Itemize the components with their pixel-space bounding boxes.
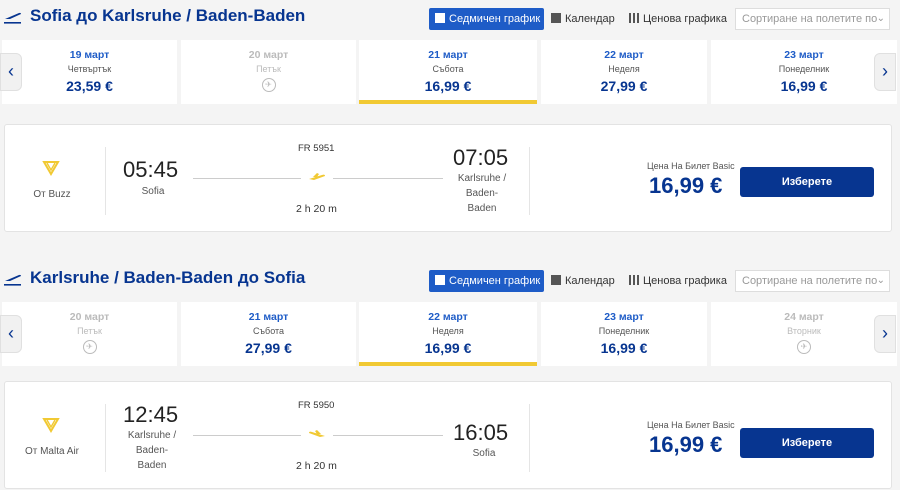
no-flight-icon: ✈ — [797, 340, 811, 354]
sort-select[interactable]: Сортиране на полетите по ⌄ — [735, 270, 890, 292]
route-line — [333, 178, 443, 179]
divider — [529, 404, 530, 472]
route-line — [193, 178, 301, 179]
chevron-right-icon: › — [882, 61, 888, 81]
next-dates-button[interactable]: › — [874, 53, 896, 91]
airline-logo-icon — [42, 418, 60, 433]
weekly-schedule-button[interactable]: Седмичен график — [429, 8, 544, 30]
price-graph-button[interactable]: Ценова графика — [629, 270, 729, 292]
route-line — [193, 435, 301, 436]
price-graph-button[interactable]: Ценова графика — [629, 8, 729, 30]
calendar-icon — [551, 13, 561, 23]
next-dates-button[interactable]: › — [874, 315, 896, 353]
flight-duration: 2 h 20 m — [296, 203, 337, 215]
day-tab: 20 март Петък ✈ — [2, 302, 177, 366]
arrival-city: Karlsruhe / Baden- Baden — [457, 173, 507, 214]
sort-select[interactable]: Сортиране на полетите по ⌄ — [735, 8, 890, 30]
day-tab[interactable]: 22 март Неделя 27,99 € — [541, 40, 707, 104]
fare-price: 16,99 € — [649, 432, 723, 457]
fare-price: 16,99 € — [649, 173, 723, 198]
divider — [105, 147, 106, 215]
day-tab: 20 март Петък ✈ — [181, 40, 356, 104]
departure-time: 05:45 — [123, 157, 179, 182]
operator-label: От Buzz — [33, 189, 71, 200]
prev-dates-button[interactable]: ‹ — [0, 53, 22, 91]
plane-icon — [309, 173, 325, 180]
outbound-header: Sofia до Karlsruhe / Baden-Baden Седмиче… — [0, 0, 900, 36]
bar-chart-icon — [629, 275, 639, 285]
select-flight-button[interactable]: Изберете — [740, 167, 874, 197]
arrival-time: 07:05 — [453, 145, 509, 170]
arrival-time: 16:05 — [453, 420, 509, 445]
chevron-left-icon: ‹ — [8, 323, 14, 343]
no-flight-icon: ✈ — [261, 78, 276, 92]
select-flight-button[interactable]: Изберете — [740, 428, 874, 458]
fare-label: Цена На Билет Basic — [647, 161, 735, 171]
chevron-down-icon: ⌄ — [876, 13, 885, 24]
day-tab[interactable]: 19 март Четвъртък 23,59 € — [2, 40, 177, 104]
route-title: Karlsruhe / Baden-Baden до Sofia — [30, 268, 306, 287]
return-header: Karlsruhe / Baden-Baden до Sofia Седмиче… — [0, 262, 900, 298]
plane-icon — [309, 430, 325, 437]
divider — [105, 404, 106, 472]
day-tab-selected[interactable]: 22 март Неделя 16,99 € — [359, 302, 537, 366]
weekly-schedule-button[interactable]: Седмичен график — [429, 270, 544, 292]
chevron-down-icon: ⌄ — [876, 275, 885, 286]
operator-label: От Malta Air — [24, 446, 80, 457]
takeoff-plane-icon — [4, 12, 21, 24]
prev-dates-button[interactable]: ‹ — [0, 315, 22, 353]
no-flight-icon: ✈ — [82, 340, 97, 354]
flight-number: FR 5950 — [298, 400, 335, 411]
departure-city: Sofia — [141, 186, 165, 197]
flight-card: От Buzz 05:45 Sofia FR 5951 2 h 20 m 07:… — [4, 124, 892, 232]
day-tab-selected[interactable]: 21 март Събота 16,99 € — [359, 40, 537, 104]
flight-number: FR 5951 — [298, 143, 335, 154]
flight-card: От Malta Air 12:45 Karlsruhe / Baden- Ba… — [4, 381, 892, 489]
takeoff-plane-icon — [4, 274, 21, 286]
return-section: Karlsruhe / Baden-Baden до Sofia Седмиче… — [0, 262, 900, 490]
list-icon — [435, 13, 445, 23]
bar-chart-icon — [629, 13, 639, 23]
flight-duration: 2 h 20 m — [296, 460, 337, 472]
departure-time: 12:45 — [123, 402, 179, 427]
departure-city: Karlsruhe / Baden- Baden — [127, 430, 177, 471]
day-tab[interactable]: 21 март Събота 27,99 € — [181, 302, 356, 366]
route-title: Sofia до Karlsruhe / Baden-Baden — [30, 6, 306, 25]
day-tab[interactable]: 23 март Понеделник 16,99 € — [541, 302, 707, 366]
calendar-icon — [551, 275, 561, 285]
date-selector: 20 март Петък ✈ 21 март Събота 27,99 € 2… — [0, 302, 900, 366]
divider — [529, 147, 530, 215]
date-selector: 19 март Четвъртък 23,59 € 20 март Петък … — [0, 40, 900, 104]
chevron-right-icon: › — [882, 323, 888, 343]
calendar-button[interactable]: Календар — [551, 8, 619, 30]
airline-logo-icon — [42, 161, 60, 176]
fare-label: Цена На Билет Basic — [647, 420, 735, 430]
calendar-button[interactable]: Календар — [551, 270, 619, 292]
day-tab[interactable]: 23 март Понеделник 16,99 € — [711, 40, 897, 104]
chevron-left-icon: ‹ — [8, 61, 14, 81]
route-line — [333, 435, 443, 436]
day-tab: 24 март Вторник ✈ — [711, 302, 897, 366]
arrival-city: Sofia — [472, 448, 496, 459]
list-icon — [435, 275, 445, 285]
outbound-section: Sofia до Karlsruhe / Baden-Baden Седмиче… — [0, 0, 900, 240]
